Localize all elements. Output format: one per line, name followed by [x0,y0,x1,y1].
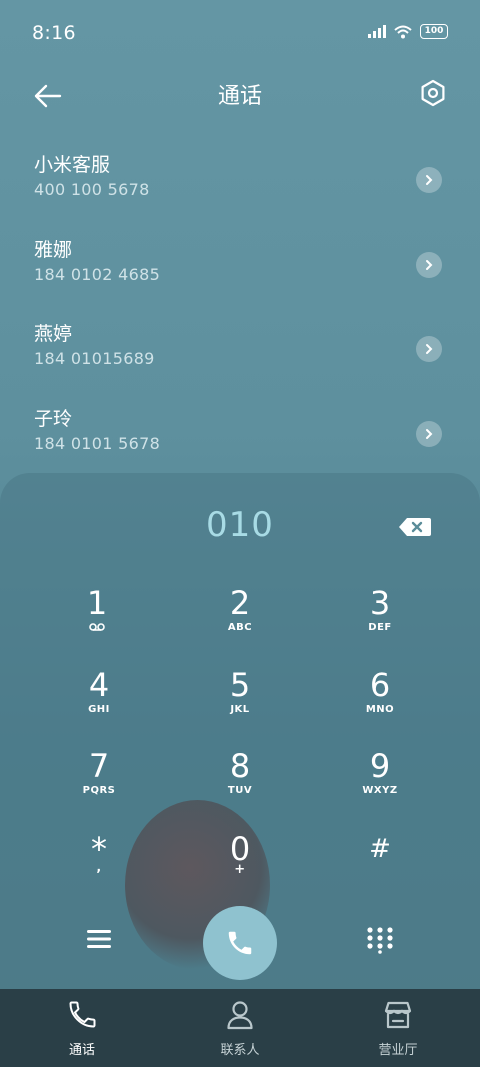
wifi-icon [394,25,412,38]
dial-key-2[interactable]: 2 ABC [195,586,285,656]
dialpad-toggle-icon[interactable] [366,926,394,954]
status-bar: 8:16 100 [0,0,480,68]
contact-number: 184 01015689 [34,349,155,368]
key-letters: MNO [365,704,395,715]
tab-calls[interactable]: 通话 [22,999,142,1058]
key-digit: 5 [229,666,251,704]
dial-key-hash[interactable]: # [335,832,425,902]
key-digit: 0 [229,830,251,868]
key-letters: + [234,862,246,877]
signal-icon [368,25,386,38]
contact-number: 184 0102 4685 [34,265,161,284]
backspace-icon[interactable] [398,516,432,538]
key-letters: DEF [368,622,392,633]
tab-label: 营业厅 [378,1043,418,1058]
contact-row[interactable]: 雅娜 184 0102 4685 [34,235,454,299]
chevron-right-icon[interactable] [416,336,442,362]
key-letters: PQRS [82,785,116,796]
chevron-right-icon[interactable] [416,167,442,193]
key-digit: # [369,834,391,864]
contact-row[interactable]: 小米客服 400 100 5678 [34,150,454,214]
chevron-right-icon[interactable] [416,421,442,447]
tab-contacts[interactable]: 联系人 [180,999,300,1058]
call-button[interactable] [203,906,277,980]
key-digit: 3 [369,584,391,622]
key-letters: TUV [227,785,253,796]
key-letters: WXYZ [362,785,398,796]
dial-key-4[interactable]: 4 GHI [54,668,144,738]
contact-name: 子玲 [34,408,73,430]
voicemail-icon [89,623,105,631]
phone-icon [228,931,252,955]
contact-row[interactable]: 子玲 184 0101 5678 [34,404,454,468]
key-letters: , [96,860,102,874]
tab-label: 联系人 [220,1043,260,1058]
status-time: 8:16 [32,22,76,44]
chevron-right-icon[interactable] [416,252,442,278]
tab-label: 通话 [68,1043,95,1058]
key-digit: 7 [88,747,110,785]
key-digit: 2 [229,584,251,622]
dial-key-8[interactable]: 8 TUV [195,749,285,819]
dial-key-0[interactable]: 0 + [195,832,285,902]
dial-key-3[interactable]: 3 DEF [335,586,425,656]
key-letters: GHI [88,704,110,715]
store-icon [384,1001,412,1029]
key-letters: ABC [227,622,253,633]
dial-key-6[interactable]: 6 MNO [335,668,425,738]
page-title: 通话 [217,84,262,109]
key-letters: JKL [230,704,250,715]
dial-key-7[interactable]: 7 PQRS [54,749,144,819]
person-icon [227,1001,253,1030]
contact-name: 小米客服 [34,154,111,176]
key-digit: 6 [369,666,391,704]
contact-name: 燕婷 [34,323,73,345]
contact-row[interactable]: 燕婷 184 01015689 [34,319,454,383]
tab-store[interactable]: 营业厅 [338,999,458,1058]
contact-number: 184 0101 5678 [34,434,161,453]
key-digit: 1 [86,584,108,622]
bottom-tab-bar: 通话 联系人 营业厅 [0,989,480,1067]
dial-key-1[interactable]: 1 [52,586,142,656]
key-digit: 4 [88,666,110,704]
key-digit: 9 [369,747,391,785]
battery-icon: 100 [420,24,448,39]
dial-key-star[interactable]: * , [54,832,144,902]
contact-number: 400 100 5678 [34,180,150,199]
dial-key-5[interactable]: 5 JKL [195,668,285,738]
menu-icon[interactable] [86,926,112,952]
status-icons: 100 [368,24,448,39]
dial-key-9[interactable]: 9 WXYZ [335,749,425,819]
key-digit: 8 [229,747,251,785]
contact-name: 雅娜 [34,239,73,261]
header: 通话 [0,68,480,122]
settings-icon[interactable] [418,78,448,108]
phone-icon [69,1001,96,1028]
